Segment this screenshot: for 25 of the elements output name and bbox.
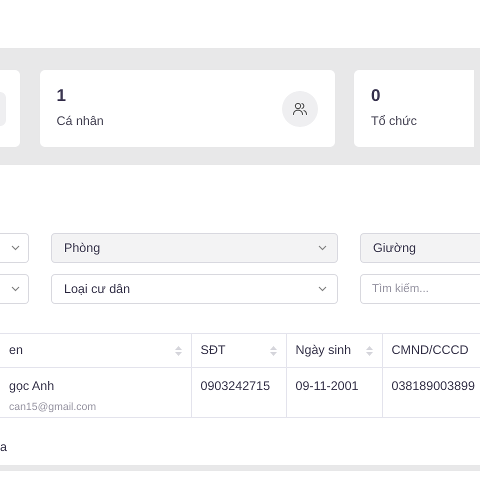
table-cell: 09-11-2001 bbox=[286, 368, 382, 418]
stat-label: Tổ chức bbox=[371, 112, 417, 130]
caret-icon bbox=[11, 286, 20, 292]
footer-text: a bbox=[0, 440, 7, 454]
sort-icon[interactable] bbox=[174, 346, 182, 356]
column-header[interactable]: en bbox=[0, 334, 191, 368]
stat-value: 0 bbox=[371, 86, 382, 104]
column-header[interactable]: CMND/CCCD bbox=[382, 334, 480, 368]
select-field[interactable] bbox=[0, 233, 29, 263]
resident-email: can15@gmail.com bbox=[9, 400, 98, 415]
stat-value: 1 bbox=[56, 86, 67, 104]
select-field[interactable] bbox=[0, 274, 29, 304]
column-header[interactable]: Ngày sinh bbox=[286, 334, 382, 368]
column-header[interactable]: SĐT bbox=[191, 334, 286, 368]
sort-icon[interactable] bbox=[270, 346, 276, 356]
caret-icon bbox=[11, 245, 20, 251]
caret-icon bbox=[318, 245, 327, 251]
table-cell: 0903242715 bbox=[191, 368, 286, 418]
stat-label: Cá nhân bbox=[56, 112, 104, 130]
caret-icon bbox=[318, 286, 327, 292]
select-field[interactable]: Loại cư dân bbox=[51, 274, 338, 304]
resident-name: gọc Anh bbox=[9, 378, 56, 395]
search-field[interactable]: Tìm kiếm... bbox=[360, 274, 480, 304]
sort-icon[interactable] bbox=[366, 346, 372, 356]
users-icon bbox=[282, 90, 318, 126]
